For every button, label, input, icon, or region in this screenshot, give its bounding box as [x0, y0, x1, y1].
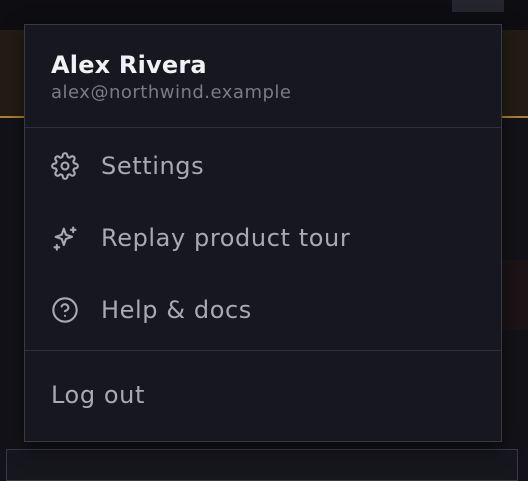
user-name: Alex Rivera: [51, 51, 207, 79]
user-menu-dropdown: Alex Rivera alex@northwind.example Setti…: [24, 24, 502, 442]
user-info: Alex Rivera alex@northwind.example: [25, 25, 501, 127]
top-bar-button[interactable]: [452, 0, 504, 12]
gear-icon: [51, 152, 79, 180]
user-email: alex@northwind.example: [51, 82, 292, 103]
menu-item-label: Replay product tour: [101, 224, 351, 252]
menu-item-label: Settings: [101, 152, 205, 180]
background-input: [6, 449, 518, 481]
menu-item-help-docs[interactable]: Help & docs: [25, 274, 501, 346]
menu-item-label: Help & docs: [101, 296, 252, 324]
background-panel-edge: [500, 260, 528, 330]
menu-list: Settings Replay product tour Help & docs: [25, 128, 501, 350]
menu-item-settings[interactable]: Settings: [25, 130, 501, 202]
sparkles-icon: [51, 224, 79, 252]
logout-button[interactable]: Log out: [25, 351, 501, 439]
menu-item-replay-tour[interactable]: Replay product tour: [25, 202, 501, 274]
logout-label: Log out: [51, 381, 146, 409]
help-circle-icon: [51, 296, 79, 324]
